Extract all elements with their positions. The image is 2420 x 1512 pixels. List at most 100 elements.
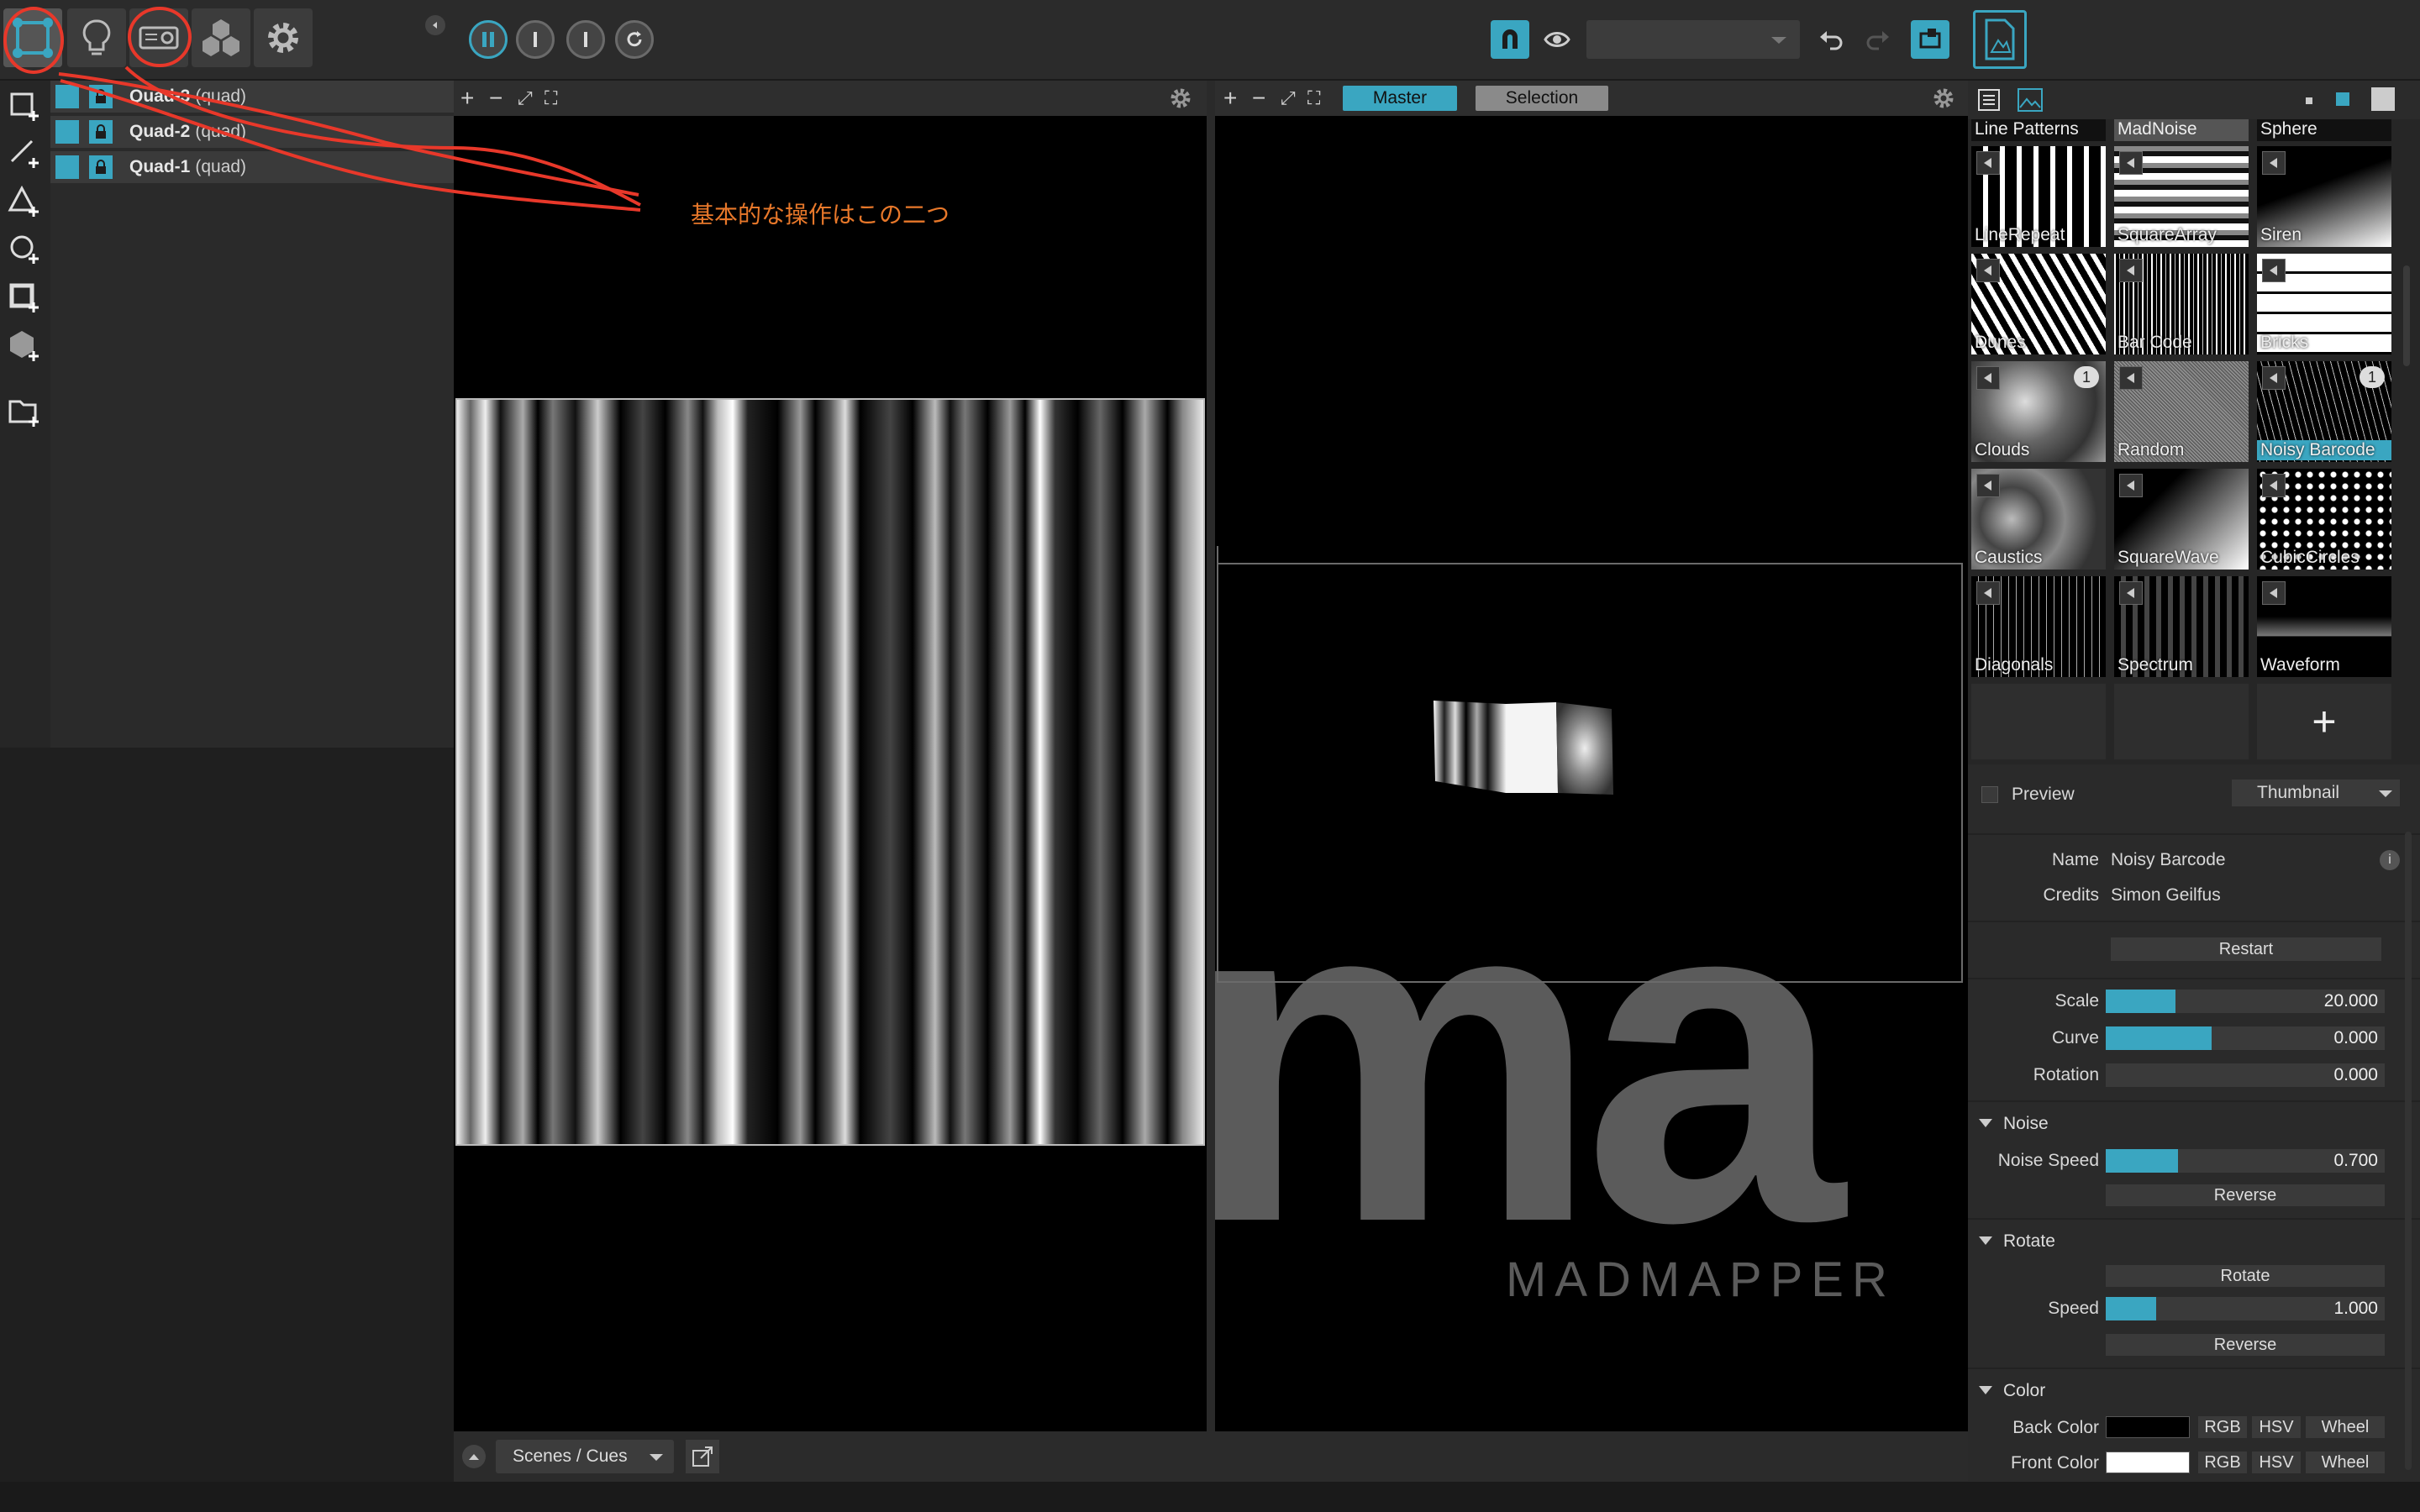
list-view-icon[interactable] [1976,87,2002,113]
play-preview-button[interactable] [1976,474,2000,497]
play-preview-button[interactable] [2119,259,2143,282]
preview-checkbox[interactable] [1981,786,1998,803]
library-item[interactable]: 1 Noisy Barcode [2257,361,2391,462]
front-color-wheel-button[interactable]: Wheel [2306,1452,2385,1473]
rotation-value: 0.000 [2333,1065,2378,1084]
play-preview-button[interactable] [2119,581,2143,605]
output-view[interactable]: ma MADMAPPER [1215,116,1968,1431]
library-item[interactable]: 1 Clouds [1971,361,2106,462]
detach-button[interactable] [686,1440,719,1473]
large-thumb-size-button[interactable] [2371,87,2395,111]
disclosure-triangle-icon[interactable] [1978,1235,1993,1247]
zoom-out-button[interactable]: − [1252,87,1265,110]
curve-slider[interactable]: 0.000 [2106,1026,2385,1050]
play-preview-button[interactable] [1976,581,2000,605]
play-preview-button[interactable] [2262,581,2286,605]
restart-button[interactable]: Restart [2111,937,2381,961]
curve-slider-fill [2106,1026,2212,1050]
play-left-icon [2270,588,2277,598]
fit-view-button[interactable]: ⤢ [1281,87,1296,109]
play-left-icon [2270,265,2277,276]
play-preview-button[interactable] [2262,259,2286,282]
scenes-cues-select[interactable]: Scenes / Cues [496,1440,674,1473]
front-color-hsv-button[interactable]: HSV [2252,1452,2301,1473]
library-item[interactable]: Sphere [2257,119,2391,141]
tab-selection[interactable]: Selection [1476,86,1608,111]
color-section-title: Color [2003,1381,2046,1400]
back-color-hsv-button[interactable]: HSV [2252,1416,2301,1438]
library-item[interactable]: Waveform [2257,576,2391,677]
magnet-button[interactable] [1491,20,1529,59]
add-group-button[interactable] [7,393,44,430]
play-preview-button[interactable] [1976,366,2000,390]
play-preview-button[interactable] [2119,151,2143,175]
noise-speed-value: 0.700 [2333,1151,2378,1170]
library-item[interactable]: Diagonals [1971,576,2106,677]
expand-scenes-button[interactable] [462,1445,486,1468]
library-item[interactable]: Bar Code [2114,254,2249,354]
play-preview-button[interactable] [2119,474,2143,497]
redo-button[interactable] [1859,20,1897,59]
play-preview-button[interactable] [2262,366,2286,390]
image-view-icon[interactable] [2017,87,2044,113]
rotation-slider[interactable]: 0.000 [2106,1063,2385,1087]
front-color-rgb-button[interactable]: RGB [2198,1452,2247,1473]
noisy-barcode-preview [455,398,1205,1146]
library-scrollbar[interactable] [2403,265,2410,366]
medium-thumb-size-button[interactable] [2336,92,2349,106]
zoom-in-button[interactable]: + [1223,87,1237,110]
noise-speed-slider[interactable]: 0.700 [2106,1149,2385,1173]
library-item[interactable]: SquareArray [2114,146,2249,247]
visibility-button[interactable] [1538,20,1576,59]
mapped-quads-preview [1434,701,1613,795]
rotate-reverse-button[interactable]: Reverse [2106,1334,2385,1356]
usage-count-badge: 1 [2074,366,2099,388]
library-item[interactable]: Siren [2257,146,2391,247]
disclosure-triangle-icon[interactable] [1978,1384,1993,1396]
back-color-swatch[interactable] [2106,1416,2190,1438]
noise-reverse-button[interactable]: Reverse [2106,1184,2385,1206]
library-item[interactable]: Line Patterns [1971,119,2106,141]
add-mask-button[interactable] [7,279,44,316]
divider [1968,1100,2420,1102]
add-material-button[interactable]: + [2257,684,2391,759]
library-item[interactable]: MadNoise [2114,119,2249,141]
output-view-header: + − ⤢ ⛶ Master Selection [1215,81,1968,116]
play-preview-button[interactable] [2119,366,2143,390]
library-item[interactable]: Caustics [1971,469,2106,570]
scale-slider[interactable]: 20.000 [2106,990,2385,1013]
library-item[interactable]: Bricks [2257,254,2391,354]
library-item[interactable]: SquareWave [2114,469,2249,570]
view-divider[interactable] [1207,81,1215,1431]
play-preview-button[interactable] [2262,151,2286,175]
back-color-wheel-button[interactable]: Wheel [2306,1416,2385,1438]
speed-slider[interactable]: 1.000 [2106,1297,2385,1320]
play-preview-button[interactable] [1976,259,2000,282]
library-item[interactable]: CubicCircles [2257,469,2391,570]
output-select[interactable] [1586,20,1800,59]
play-preview-button[interactable] [1976,151,2000,175]
tab-master[interactable]: Master [1343,86,1457,111]
library-item[interactable]: LineRepeat [1971,146,2106,247]
output-button[interactable] [1911,20,1949,59]
document-button[interactable] [1973,10,2027,69]
undo-button[interactable] [1812,20,1850,59]
divider [1968,833,2420,835]
front-color-swatch[interactable] [2106,1452,2190,1473]
gear-icon[interactable] [1168,86,1193,111]
library-item[interactable]: Random [2114,361,2249,462]
small-thumb-size-button[interactable] [2306,97,2312,104]
library-item[interactable]: Dunes [1971,254,2106,354]
info-button[interactable]: i [2380,850,2400,870]
gear-icon[interactable] [1931,86,1956,111]
add-3d-object-button[interactable] [7,328,44,365]
back-color-rgb-button[interactable]: RGB [2198,1416,2247,1438]
fullscreen-button[interactable]: ⛶ [1307,87,1320,109]
disclosure-triangle-icon[interactable] [1978,1117,1993,1129]
input-view[interactable] [454,116,1207,1431]
rotate-button[interactable]: Rotate [2106,1265,2385,1287]
play-preview-button[interactable] [2262,474,2286,497]
properties-scrollbar[interactable] [2405,832,2412,1470]
library-item[interactable]: Spectrum [2114,576,2249,677]
preview-mode-select[interactable]: Thumbnail [2232,780,2400,806]
